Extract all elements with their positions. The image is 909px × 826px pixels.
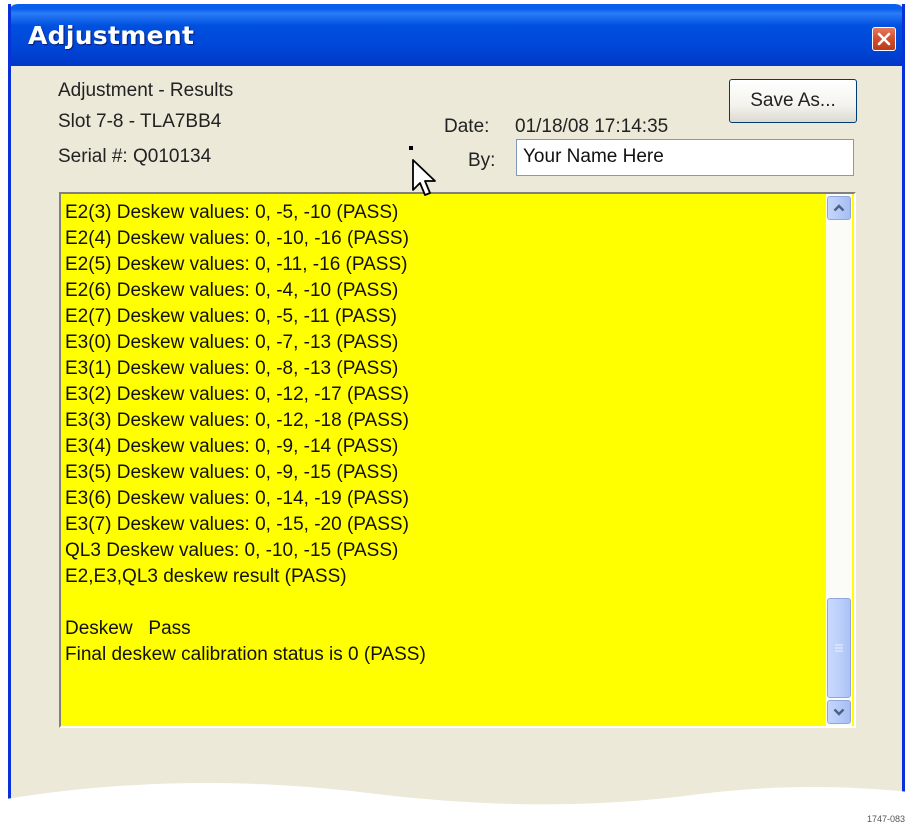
serial-label: Serial #: Q010134 <box>58 146 212 167</box>
figure-code: 1747-083 <box>866 814 905 824</box>
log-line: Final deskew calibration status is 0 (PA… <box>65 644 426 665</box>
log-line: E3(7) Deskew values: 0, -15, -20 (PASS) <box>65 514 409 535</box>
results-log[interactable]: E2(3) Deskew values: 0, -5, -10 (PASS) E2… <box>59 192 856 728</box>
close-icon <box>877 32 891 46</box>
log-line: E3(4) Deskew values: 0, -9, -14 (PASS) <box>65 436 399 457</box>
log-line: E3(5) Deskew values: 0, -9, -15 (PASS) <box>65 462 399 483</box>
log-line: E2(6) Deskew values: 0, -4, -10 (PASS) <box>65 280 399 301</box>
mouse-pointer-icon <box>412 159 436 196</box>
by-name-input[interactable]: Your Name Here <box>516 139 854 176</box>
log-line: E3(6) Deskew values: 0, -14, -19 (PASS) <box>65 488 409 509</box>
log-line: E3(1) Deskew values: 0, -8, -13 (PASS) <box>65 358 399 379</box>
cursor-dot <box>409 146 413 150</box>
log-line: E2(5) Deskew values: 0, -11, -16 (PASS) <box>65 254 408 275</box>
log-line: E2(7) Deskew values: 0, -5, -11 (PASS) <box>65 306 397 327</box>
log-line: E3(0) Deskew values: 0, -7, -13 (PASS) <box>65 332 399 353</box>
scroll-thumb[interactable] <box>827 598 851 698</box>
scroll-up-button[interactable] <box>827 196 851 220</box>
by-label: By: <box>468 150 496 171</box>
log-line: QL3 Deskew values: 0, -10, -15 (PASS) <box>65 540 399 561</box>
log-line: E3(2) Deskew values: 0, -12, -17 (PASS) <box>65 384 409 405</box>
log-line: E2(4) Deskew values: 0, -10, -16 (PASS) <box>65 228 409 249</box>
results-heading: Adjustment - Results <box>58 80 234 101</box>
log-lines: E2(3) Deskew values: 0, -5, -10 (PASS) E2… <box>65 200 426 668</box>
date-value: 01/18/08 17:14:35 <box>515 116 669 137</box>
chevron-down-icon <box>833 708 845 716</box>
vertical-scrollbar[interactable] <box>825 194 852 726</box>
window-title: Adjustment <box>28 21 195 50</box>
slot-label: Slot 7-8 - TLA7BB4 <box>58 111 222 132</box>
torn-edge <box>0 782 909 826</box>
save-as-button[interactable]: Save As... <box>729 79 857 123</box>
date-label: Date: <box>444 116 490 137</box>
log-line <box>65 590 426 616</box>
log-line: E2,E3,QL3 deskew result (PASS) <box>65 566 347 587</box>
title-bar[interactable]: Adjustment <box>11 4 902 66</box>
log-line: E2(3) Deskew values: 0, -5, -10 (PASS) <box>65 202 399 223</box>
close-button[interactable] <box>872 27 896 51</box>
scroll-down-button[interactable] <box>827 700 851 724</box>
chevron-up-icon <box>833 204 845 212</box>
grip-icon <box>835 644 843 652</box>
log-line: Deskew Pass <box>65 618 191 639</box>
log-line: E3(3) Deskew values: 0, -12, -18 (PASS) <box>65 410 409 431</box>
